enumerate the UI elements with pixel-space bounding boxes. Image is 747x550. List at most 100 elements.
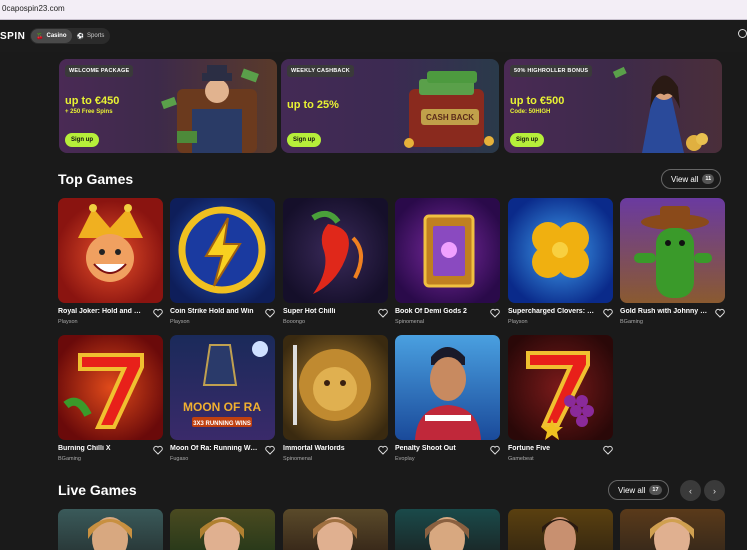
favorite-heart-icon[interactable] xyxy=(265,308,275,318)
live-game-card[interactable] xyxy=(58,509,163,550)
game-title[interactable]: Supercharged Clovers: Hold and Win xyxy=(508,308,596,315)
live-game-card[interactable] xyxy=(170,509,275,550)
search-icon[interactable] xyxy=(738,29,747,38)
promo-banner-welcome[interactable]: WELCOME PACKAGE up to €450 + 250 Free Sp… xyxy=(59,59,277,153)
sign-up-button[interactable]: Sign up xyxy=(65,133,99,147)
seven-grapes-icon xyxy=(526,351,594,440)
view-all-label: View all xyxy=(671,174,699,184)
live-game-card[interactable] xyxy=(395,509,500,550)
favorite-heart-icon[interactable] xyxy=(490,308,500,318)
live-game-card[interactable] xyxy=(508,509,613,550)
game-thumbnail[interactable] xyxy=(620,198,725,303)
promo-banner-highroller[interactable]: 50% HIGHROLLER BONUS up to €500 Code: 50… xyxy=(504,59,722,153)
game-title[interactable]: Coin Strike Hold and Win xyxy=(170,308,258,315)
url-text[interactable]: 0capospin23.com xyxy=(2,4,65,13)
carousel-prev-button[interactable]: ‹ xyxy=(680,480,701,501)
game-card-super-hot-chilli[interactable]: Super Hot Chilli Booongo xyxy=(283,198,388,325)
games-count-badge: 17 xyxy=(649,485,662,495)
game-thumbnail[interactable] xyxy=(395,335,500,440)
game-title[interactable]: Book Of Demi Gods 2 xyxy=(395,308,483,315)
live-games-view-all-button[interactable]: View all 17 xyxy=(608,480,669,500)
top-navigation: SPIN 🍒 Casino ⚽ Sports xyxy=(0,20,747,52)
favorite-heart-icon[interactable] xyxy=(378,308,388,318)
game-thumbnail[interactable] xyxy=(58,198,163,303)
game-provider: Fugaso xyxy=(170,456,189,462)
dealer-avatar xyxy=(200,517,244,550)
banner-subtext: + 250 Free Spins xyxy=(65,109,113,115)
game-provider: Spinomenal xyxy=(395,319,425,325)
banner-tag: 50% HIGHROLLER BONUS xyxy=(510,65,593,77)
game-thumbnail[interactable] xyxy=(58,335,163,440)
sign-up-button[interactable]: Sign up xyxy=(510,133,544,147)
game-title[interactable]: Moon Of Ra: Running Wins xyxy=(170,445,258,452)
game-thumbnail[interactable]: MOON OF RA 3X3 RUNNING WINS xyxy=(170,335,275,440)
tab-casino[interactable]: 🍒 Casino xyxy=(31,29,72,43)
sign-up-button[interactable]: Sign up xyxy=(287,133,321,147)
game-thumbnail[interactable] xyxy=(508,198,613,303)
game-title[interactable]: Royal Joker: Hold and Win xyxy=(58,308,146,315)
game-thumbnail[interactable] xyxy=(283,335,388,440)
favorite-heart-icon[interactable] xyxy=(490,445,500,455)
game-provider: Booongo xyxy=(283,319,306,325)
game-card-moon-of-ra[interactable]: MOON OF RA 3X3 RUNNING WINS Moon Of Ra: … xyxy=(170,335,275,462)
game-title[interactable]: Burning Chilli X xyxy=(58,445,146,452)
game-card-fortune-five[interactable]: Fortune Five Gamebeat xyxy=(508,335,613,462)
cashback-suitcase-illustration: CASH BACK xyxy=(404,71,494,148)
game-provider: Spinomenal xyxy=(283,456,313,462)
game-thumbnail[interactable] xyxy=(508,335,613,440)
game-title[interactable]: Fortune Five xyxy=(508,445,596,452)
browser-url-bar[interactable]: 0capospin23.com xyxy=(0,0,747,20)
live-game-card[interactable] xyxy=(283,509,388,550)
dealer-avatar xyxy=(542,517,578,550)
game-title[interactable]: Gold Rush with Johnny Cash xyxy=(620,308,708,315)
lucky-seven-icon xyxy=(63,353,144,429)
favorite-heart-icon[interactable] xyxy=(603,445,613,455)
moon-of-ra-logo-text: MOON OF RA xyxy=(183,400,261,414)
game-thumbnail[interactable] xyxy=(395,198,500,303)
favorite-heart-icon[interactable] xyxy=(265,445,275,455)
live-game-card[interactable] xyxy=(620,509,725,550)
banner-tag: WEEKLY CASHBACK xyxy=(287,65,354,77)
book-icon xyxy=(423,214,475,288)
carousel-next-button[interactable]: › xyxy=(704,480,725,501)
top-games-view-all-button[interactable]: View all 11 xyxy=(661,169,722,189)
favorite-heart-icon[interactable] xyxy=(715,308,725,318)
mobster-illustration xyxy=(161,65,259,153)
site-logo[interactable]: SPIN xyxy=(0,31,25,42)
joker-icon xyxy=(78,204,143,282)
game-card-supercharged-clovers[interactable]: Supercharged Clovers: Hold and Win Plays… xyxy=(508,198,613,325)
banner-headline: up to €500 xyxy=(510,95,565,107)
favorite-heart-icon[interactable] xyxy=(153,308,163,318)
banner-subtext: Code: 50HIGH xyxy=(510,109,551,115)
cherries-icon: 🍒 xyxy=(36,33,44,40)
game-provider: Gamebeat xyxy=(508,456,534,462)
game-card-burning-chilli-x[interactable]: Burning Chilli X BGaming xyxy=(58,335,163,462)
chevron-left-icon: ‹ xyxy=(689,485,692,496)
woman-illustration xyxy=(612,66,708,153)
promo-banner-cashback[interactable]: CASH BACK WEEKLY CASHBACK up to 25% Sign… xyxy=(281,59,499,153)
game-card-penalty-shoot-out[interactable]: Penalty Shoot Out Evoplay xyxy=(395,335,500,462)
tab-sports[interactable]: ⚽ Sports xyxy=(72,29,110,43)
game-card-immortal-warlords[interactable]: Immortal Warlords Spinomenal xyxy=(283,335,388,462)
ra-icon: MOON OF RA 3X3 RUNNING WINS xyxy=(183,341,268,427)
favorite-heart-icon[interactable] xyxy=(603,308,613,318)
game-card-book-of-demi-gods[interactable]: Book Of Demi Gods 2 Spinomenal xyxy=(395,198,500,325)
game-title[interactable]: Super Hot Chilli xyxy=(283,308,371,315)
game-title[interactable]: Immortal Warlords xyxy=(283,445,371,452)
game-card-coin-strike[interactable]: Coin Strike Hold and Win Playson xyxy=(170,198,275,325)
game-title[interactable]: Penalty Shoot Out xyxy=(395,445,483,452)
game-card-gold-rush[interactable]: Gold Rush with Johnny Cash BGaming xyxy=(620,198,725,325)
game-thumbnail[interactable] xyxy=(283,198,388,303)
game-card-royal-joker[interactable]: Royal Joker: Hold and Win Playson xyxy=(58,198,163,325)
game-thumbnail[interactable] xyxy=(170,198,275,303)
favorite-heart-icon[interactable] xyxy=(378,445,388,455)
dealer-avatar xyxy=(313,517,357,550)
ball-icon: ⚽ xyxy=(76,33,84,40)
banner-tag: WELCOME PACKAGE xyxy=(65,65,134,77)
view-all-label: View all xyxy=(618,485,646,495)
live-games-title: Live Games xyxy=(58,482,137,498)
favorite-heart-icon[interactable] xyxy=(153,445,163,455)
cash-back-text: CASH BACK xyxy=(426,113,474,122)
game-provider: BGaming xyxy=(620,319,643,325)
cactus-cowboy-icon xyxy=(634,206,712,298)
